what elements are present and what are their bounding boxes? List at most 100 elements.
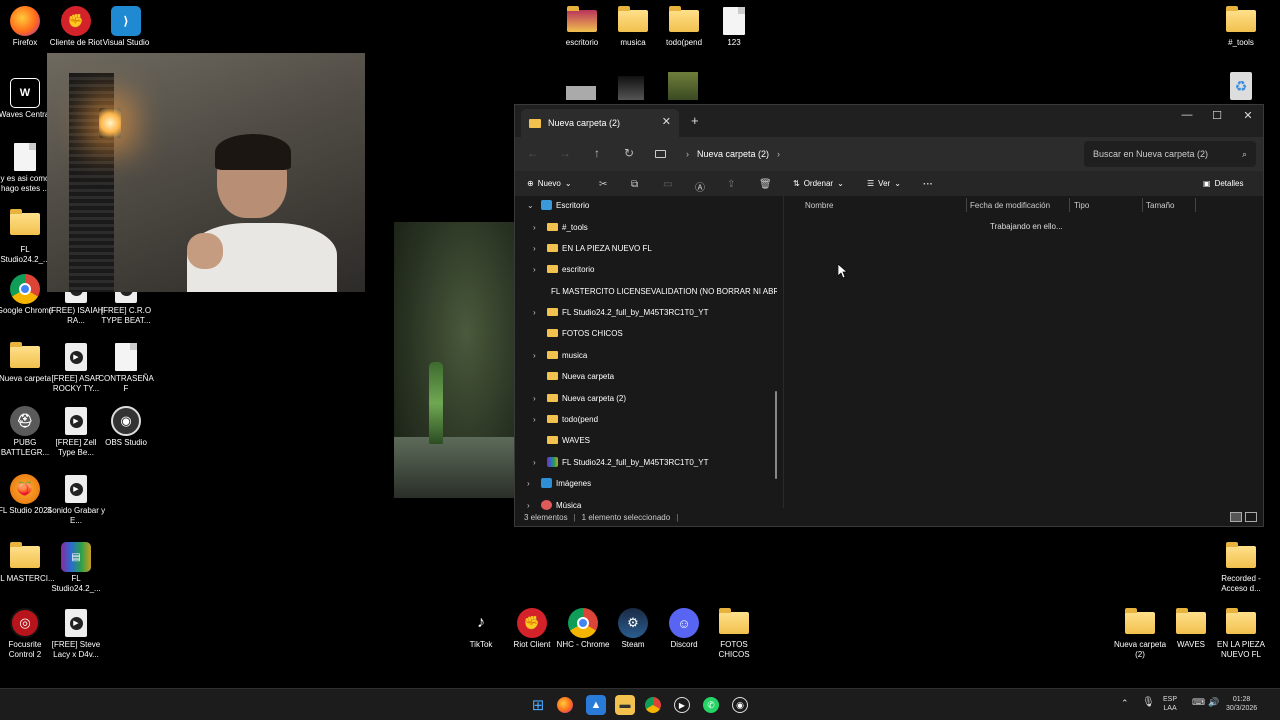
desktop-icon-fl-folder[interactable]: FL Studio24.2_... (0, 209, 50, 265)
desktop-icon-waves[interactable]: WAVES (1166, 608, 1216, 650)
close-tab-icon[interactable]: ✕ (662, 115, 671, 128)
tree-item-fl-studio-archive[interactable]: › FL Studio24.2_full_by_M45T3RC1T0_YT (533, 455, 708, 469)
microphone-icon[interactable]: 🎙 (1142, 698, 1155, 708)
close-window-button[interactable]: ✕ (1233, 109, 1263, 122)
search-input[interactable]: Buscar en Nueva carpeta (2) ⌕ (1084, 141, 1256, 167)
recycle-bin-icon[interactable]: ♻ (1230, 72, 1252, 100)
desktop-icon-firefox[interactable]: Firefox (0, 6, 50, 48)
tiles-view-button[interactable] (1245, 512, 1257, 522)
breadcrumb[interactable]: › Nueva carpeta (2) › (655, 141, 1075, 167)
desktop-icon-fl-mastercito[interactable]: FL MASTERCI... (0, 542, 55, 584)
image-thumbnail[interactable] (566, 86, 596, 100)
desktop-icon-waves-central[interactable]: W Waves Central (0, 78, 51, 120)
copy-icon[interactable]: ⧉ (631, 179, 638, 190)
column-header-size[interactable]: Tamaño (1146, 198, 1174, 212)
clock[interactable]: 01:28 30/3/2026 (1226, 695, 1257, 713)
desktop-icon-tools[interactable]: #_tools (1216, 6, 1266, 48)
column-separator[interactable] (966, 198, 967, 212)
volume-icon[interactable]: 🔊 (1208, 698, 1219, 707)
details-button[interactable]: ▣ Detalles (1203, 179, 1243, 188)
tree-item-fl-mastercito[interactable]: FL MASTERCITO LICENSEVALIDATION (NO BORR… (547, 284, 777, 298)
desktop-icon-pubg[interactable]: ⛑ PUBG BATTLEGR... (0, 406, 50, 458)
image-thumbnail[interactable] (618, 76, 644, 100)
chrome-icon[interactable] (645, 697, 661, 713)
desktop-icon-en-la-pieza[interactable]: EN LA PIEZA NUEVO FL (1216, 608, 1266, 660)
up-button[interactable]: ↑ (587, 146, 607, 160)
desktop-icon-escritorio[interactable]: escritorio (557, 6, 607, 48)
column-separator[interactable] (1142, 198, 1143, 212)
back-button[interactable]: ← (523, 146, 543, 160)
desktop-icon-chrome[interactable]: Google Chrome (0, 274, 53, 316)
desktop-icon-riot-client[interactable]: ✊ Riot Client (507, 608, 557, 650)
column-separator[interactable] (1069, 198, 1070, 212)
share-icon[interactable]: ⇪ (727, 179, 735, 190)
cut-icon[interactable]: ✂ (599, 179, 607, 190)
desktop-icon-nueva-carpeta-2[interactable]: Nueva carpeta (2) (1114, 608, 1166, 660)
tree-item-nueva-carpeta[interactable]: Nueva carpeta (547, 369, 614, 383)
refresh-button[interactable]: ↻ (619, 146, 639, 160)
desktop-icon-flstudio[interactable]: 🍑 FL Studio 2024 (0, 474, 52, 516)
desktop-icon-musica[interactable]: musica (608, 6, 658, 48)
tree-item-fotos-chicos[interactable]: FOTOS CHICOS (547, 326, 623, 340)
column-header-date[interactable]: Fecha de modificación (970, 198, 1050, 212)
windows-start-icon[interactable]: ⊞ (528, 695, 548, 715)
tree-item-escritorio[interactable]: ⌄ Escritorio (527, 198, 589, 212)
desktop-icon-fl-archive[interactable]: ▤ FL Studio24.2_... (51, 542, 101, 594)
media-player-icon[interactable]: ▶ (674, 697, 690, 713)
tree-item-nueva-carpeta-2[interactable]: › Nueva carpeta (2) (533, 391, 626, 405)
delete-icon[interactable]: 🗑 (759, 179, 772, 190)
desktop-icon-recorded[interactable]: Recorded - Acceso d... (1216, 542, 1266, 594)
breadcrumb-current[interactable]: Nueva carpeta (2) (697, 149, 769, 159)
more-options-button[interactable]: ··· (923, 179, 933, 190)
desktop-icon-focusrite[interactable]: ◎ Focusrite Control 2 (0, 608, 50, 660)
maximize-button[interactable]: ☐ (1202, 109, 1232, 122)
desktop-icon-asap[interactable]: ▶ [FREE] ASAP ROCKY TY... (51, 342, 101, 394)
tree-item-imagenes[interactable]: › Imágenes (527, 476, 591, 490)
language-indicator[interactable]: ESP LAA (1163, 695, 1177, 713)
firefox-icon[interactable] (557, 697, 573, 713)
paste-icon[interactable]: ▭ (663, 179, 672, 190)
column-separator[interactable] (1195, 198, 1196, 212)
rename-icon[interactable]: Ⓐ (695, 179, 705, 194)
tab-nueva-carpeta-2[interactable]: Nueva carpeta (2) ✕ (521, 109, 679, 137)
tree-item-fl-studio-folder[interactable]: › FL Studio24.2_full_by_M45T3RC1T0_YT (533, 305, 708, 319)
desktop-icon-todo[interactable]: todo(pend (659, 6, 709, 48)
desktop-icon-steve-lacy[interactable]: ▶ [FREE] Steve Lacy x D4v... (51, 608, 101, 660)
details-view-button[interactable] (1230, 512, 1242, 522)
image-thumbnail[interactable] (668, 72, 698, 100)
column-header-type[interactable]: Tipo (1074, 198, 1089, 212)
desktop-icon-tiktok[interactable]: ♪ TikTok (456, 608, 506, 650)
file-explorer-icon[interactable]: ▬ (615, 695, 635, 715)
new-tab-button[interactable]: + (691, 113, 699, 128)
tree-item-en-la-pieza[interactable]: › EN LA PIEZA NUEVO FL (533, 241, 652, 255)
desktop-icon-riot[interactable]: ✊ Cliente de Riot (50, 6, 102, 48)
nav-pane-scrollbar[interactable] (775, 391, 777, 479)
tree-item-escritorio-folder[interactable]: › escritorio (533, 262, 594, 276)
network-icon[interactable]: ⌨ (1192, 698, 1205, 707)
photos-icon[interactable]: ▲ (586, 695, 606, 715)
column-header-name[interactable]: Nombre (805, 198, 833, 212)
tree-item-waves[interactable]: WAVES (547, 433, 590, 447)
minimize-button[interactable]: — (1172, 109, 1202, 121)
desktop-icon-contrasena[interactable]: CONTRASEÑA F (98, 342, 154, 394)
forward-button[interactable]: → (555, 146, 575, 160)
obs-icon[interactable]: ◉ (732, 697, 748, 713)
desktop-icon-text-file[interactable]: y es asi como hago estes ... (0, 142, 50, 194)
desktop-icon-steam[interactable]: ⚙ Steam (608, 608, 658, 650)
desktop-icon-zell[interactable]: ▶ [FREE] Zell Type Be... (51, 406, 101, 458)
tree-item-musica[interactable]: › musica (533, 348, 587, 362)
desktop-icon-fotos-chicos[interactable]: FOTOS CHICOS (709, 608, 759, 660)
sort-button[interactable]: ⇅ Ordenar ⌄ (793, 179, 844, 188)
tree-item-tools[interactable]: › #_tools (533, 220, 588, 234)
whatsapp-icon[interactable]: ✆ (703, 697, 719, 713)
new-button[interactable]: ⊕ Nuevo ⌄ (527, 179, 572, 188)
desktop-icon-123[interactable]: 123 (709, 6, 759, 48)
tree-item-todo-pend[interactable]: › todo(pend (533, 412, 598, 426)
desktop-icon-discord[interactable]: ☺ Discord (659, 608, 709, 650)
desktop-icon-nhc-chrome[interactable]: NHC - Chrome (557, 608, 609, 650)
view-button[interactable]: ☰ Ver ⌄ (867, 179, 901, 188)
desktop-icon-vscode[interactable]: ⟩ Visual Studio Code (101, 6, 151, 48)
desktop-icon-obs[interactable]: ◉ OBS Studio (101, 406, 151, 448)
desktop-icon-sonido[interactable]: ▶ Sonido Grabar y E... (47, 474, 105, 526)
desktop-icon-nueva-carpeta[interactable]: Nueva carpeta (0, 342, 51, 384)
